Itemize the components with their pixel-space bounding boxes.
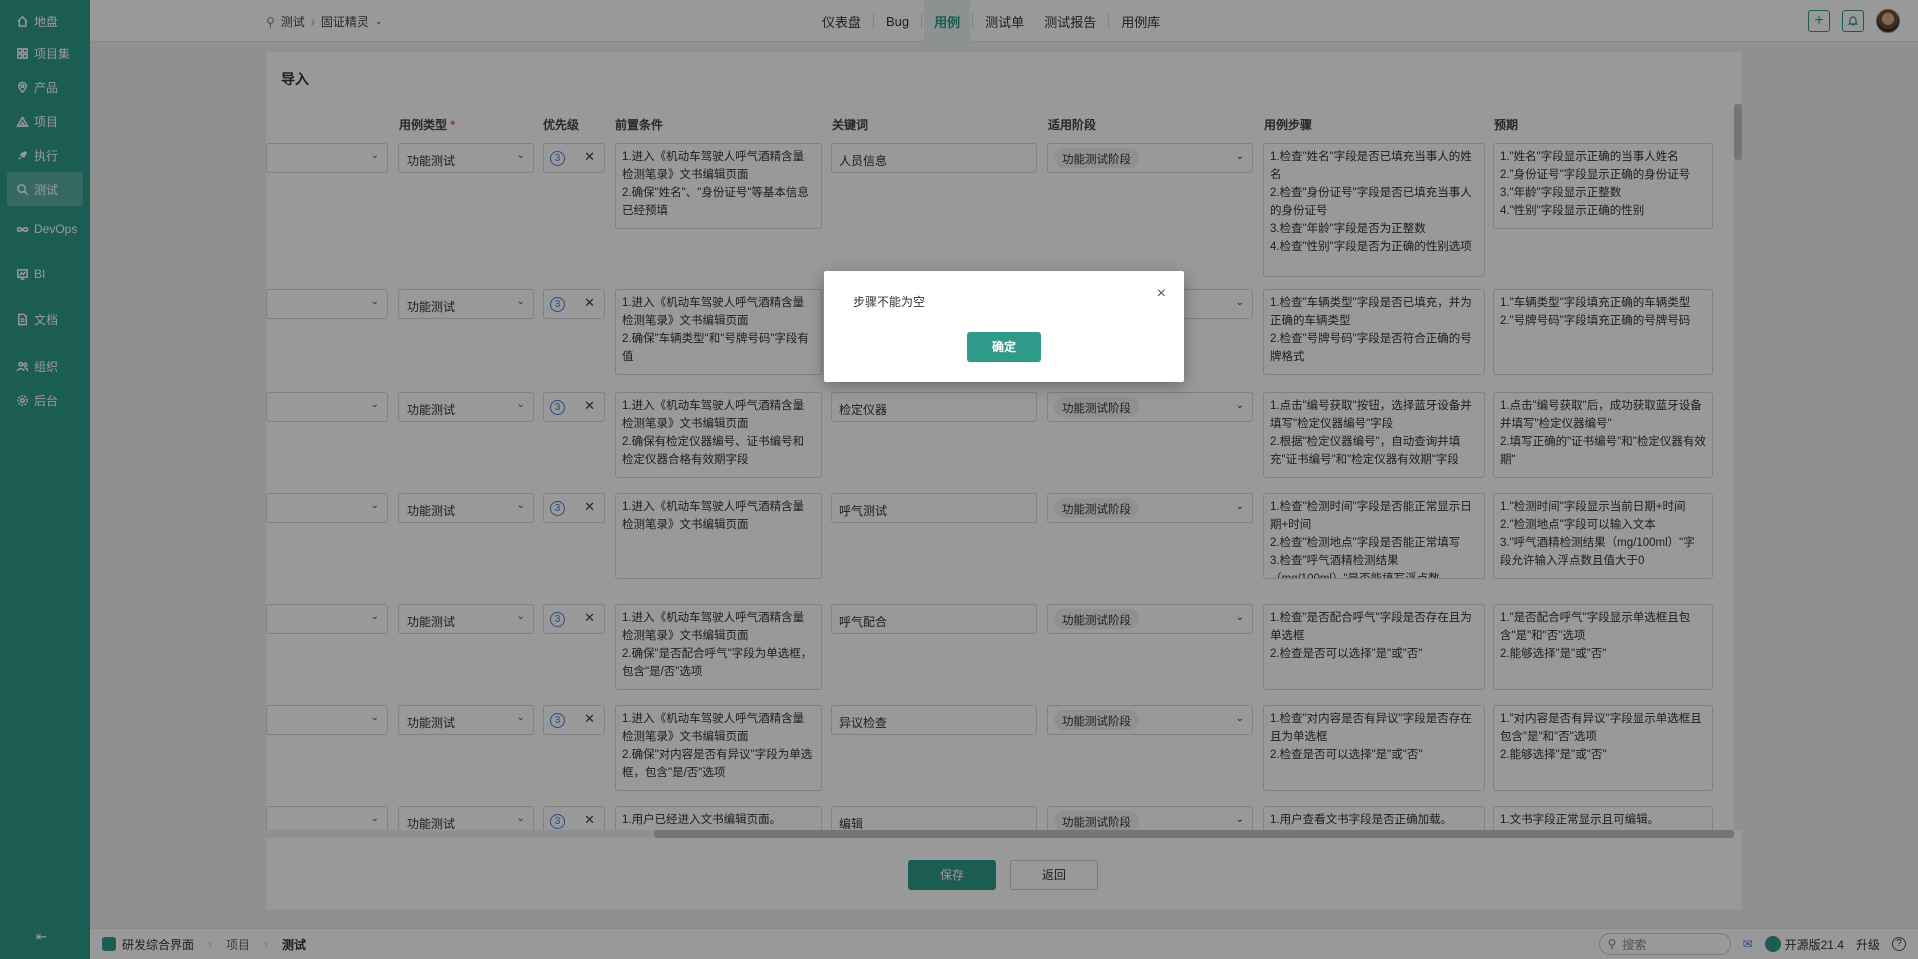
close-icon[interactable]: ×	[1157, 285, 1166, 303]
alert-dialog: 步骤不能为空 × 确定	[824, 271, 1184, 382]
confirm-button[interactable]: 确定	[967, 332, 1041, 362]
dialog-message: 步骤不能为空	[853, 295, 926, 309]
modal-overlay	[0, 0, 1918, 959]
